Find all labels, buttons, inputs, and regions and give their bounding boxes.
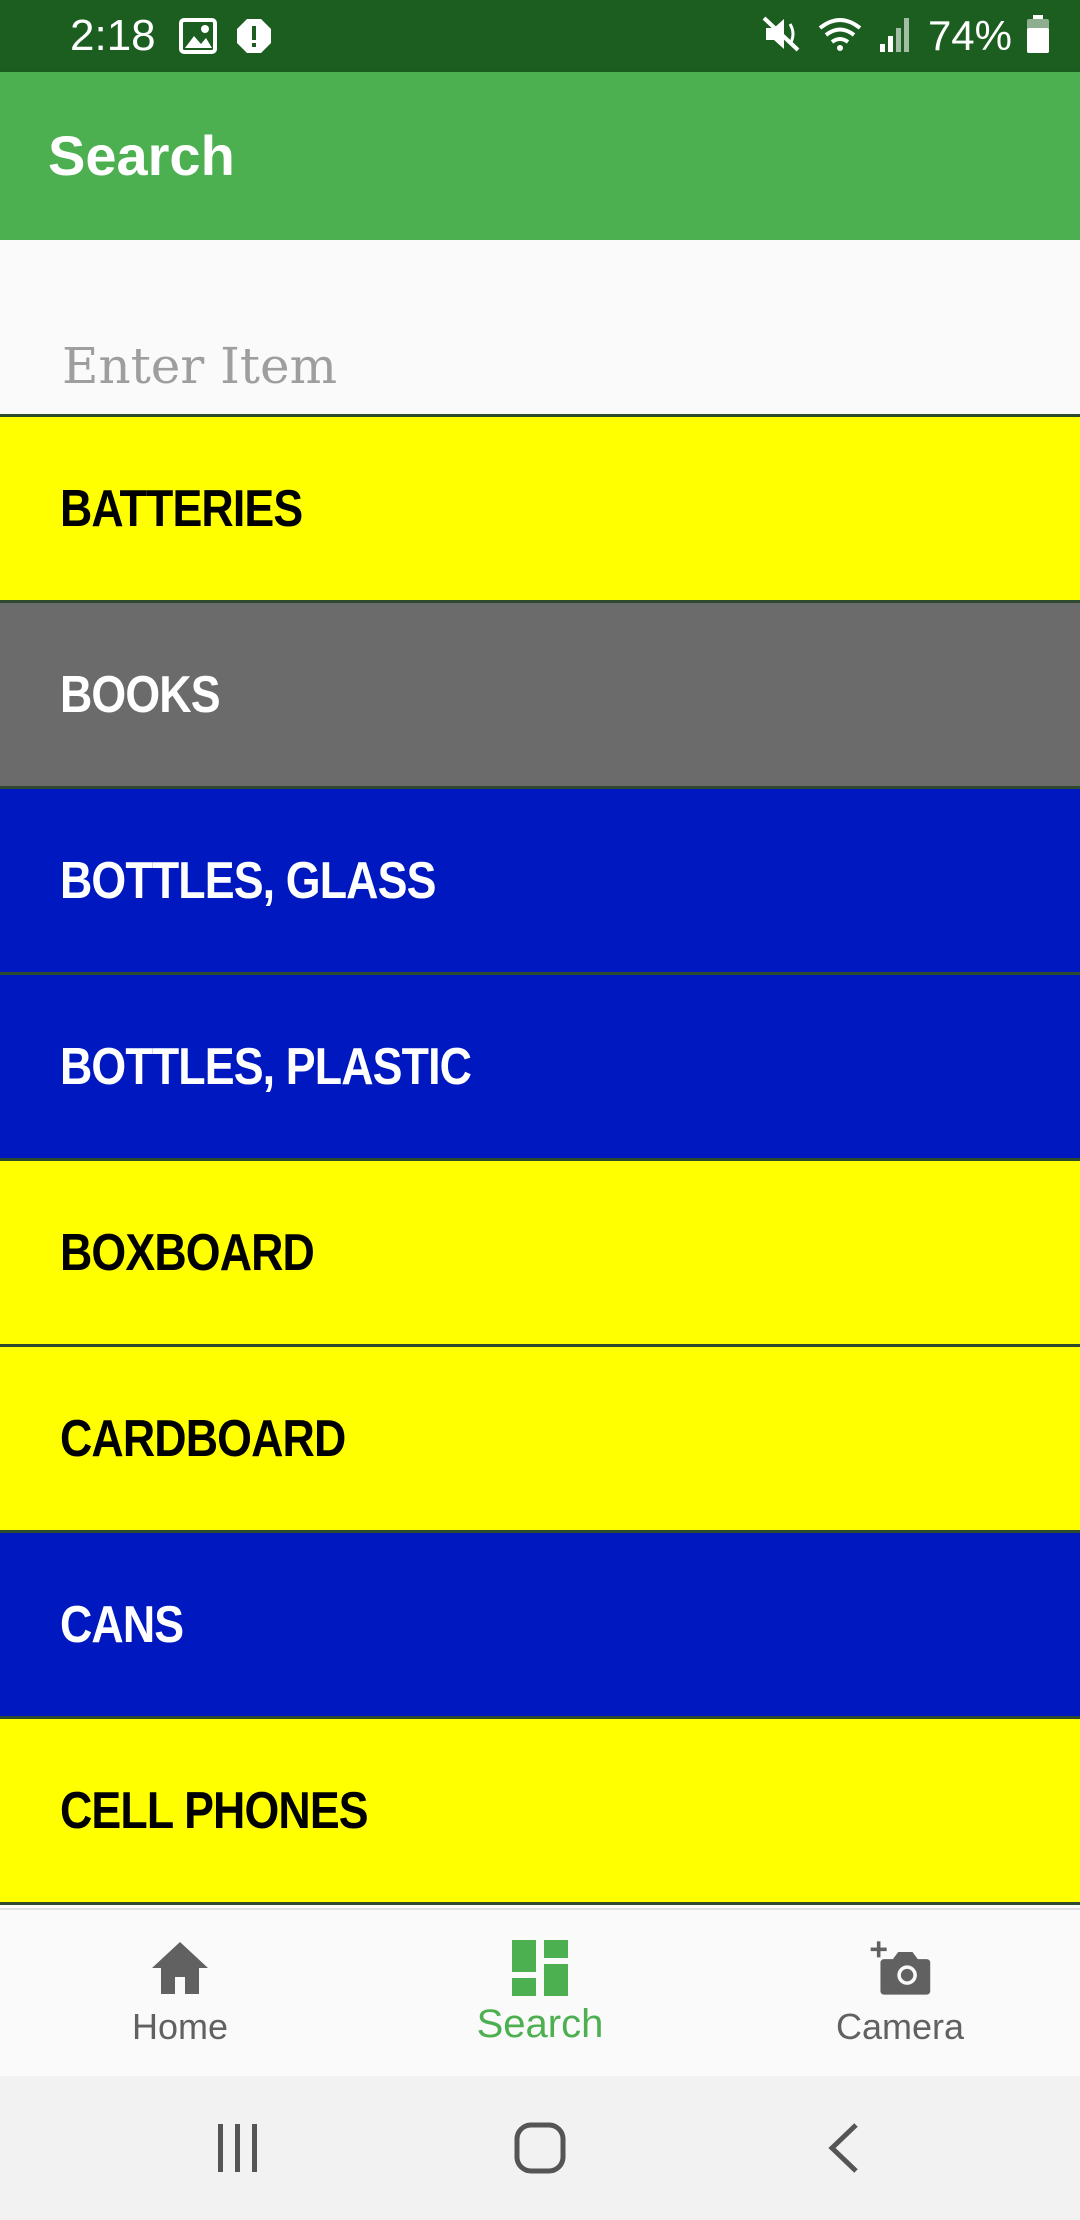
list-item[interactable]: BATTERIES [0,417,1080,603]
app-bar: Search [0,72,1080,240]
add-camera-icon [868,1936,932,2000]
dashboard-icon [508,1936,572,2000]
list-item[interactable]: BOXBOARD [0,1161,1080,1347]
list-item[interactable]: BOOKS [0,603,1080,789]
list-item[interactable]: BOTTLES, PLASTIC [0,975,1080,1161]
list-item-label: CELL PHONES [60,1781,369,1840]
nav-home-label: Home [131,2006,229,2047]
battery-percent: 74% [927,12,1012,59]
image-icon [178,16,218,56]
status-time: 2:18 [70,11,156,60]
nav-camera[interactable]: Camera [720,1910,1080,2076]
nav-search-label: Search [476,2002,604,2046]
bottom-nav: Home Search Camera [0,1908,1080,2076]
system-nav-bar [0,2076,1080,2220]
home-icon [148,1936,212,2000]
signal-icon [878,14,914,59]
status-bar: 2:18 74% [0,0,1080,72]
list-item[interactable]: BOTTLES, GLASS [0,789,1080,975]
alert-icon [234,16,274,56]
list-item-label: BOXBOARD [60,1223,315,1282]
back-button[interactable] [804,2112,884,2184]
list-item-label: BATTERIES [60,479,303,538]
nav-home[interactable]: Home [0,1910,360,2076]
battery-icon [1026,14,1050,59]
mute-icon [762,14,802,59]
status-icons: 74% [762,0,1050,72]
list-item[interactable]: CANS [0,1533,1080,1719]
item-list: BATTERIES BOOKS BOTTLES, GLASS BOTTLES, … [0,414,1080,1908]
list-item-label: BOTTLES, PLASTIC [60,1037,472,1096]
list-item-label: BOTTLES, GLASS [60,851,436,910]
nav-camera-label: Camera [835,2006,965,2047]
search-area [0,240,1080,430]
home-button[interactable] [500,2112,580,2184]
recent-apps-button[interactable] [198,2112,278,2184]
list-item[interactable]: CARDBOARD [0,1347,1080,1533]
list-item[interactable]: CELL PHONES [0,1719,1080,1905]
list-item-label: CANS [60,1595,184,1654]
page-title: Search [48,124,235,187]
nav-search[interactable]: Search [360,1910,720,2076]
list-item-label: CARDBOARD [60,1409,346,1468]
list-item-label: BOOKS [60,665,221,724]
wifi-icon [816,14,864,59]
